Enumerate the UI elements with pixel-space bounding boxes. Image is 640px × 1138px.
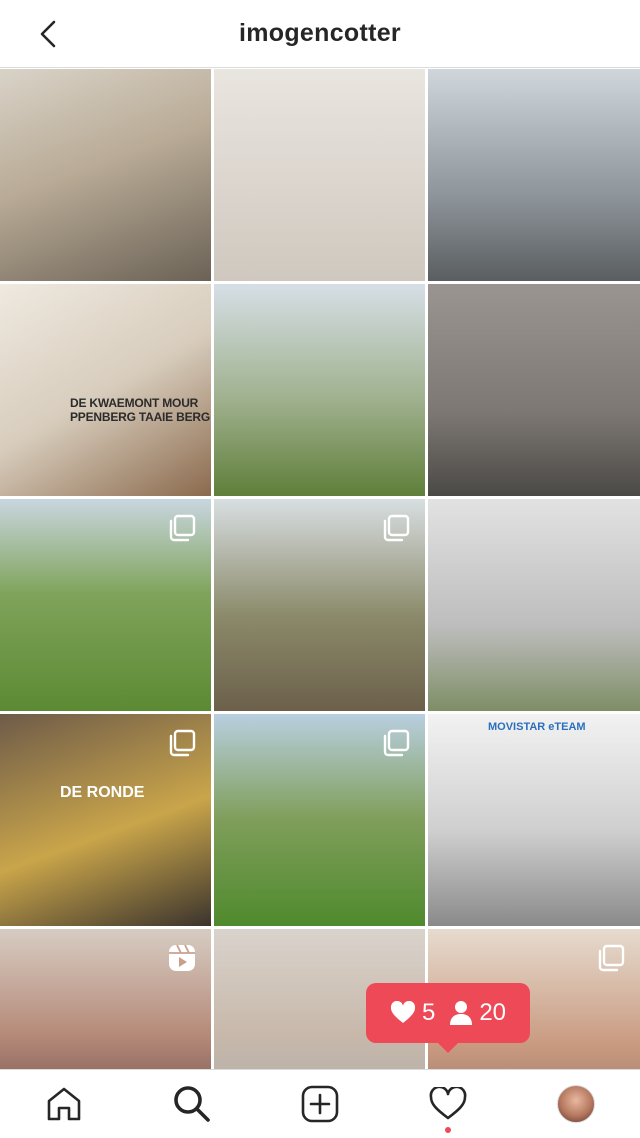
likes-count: 5 [421, 999, 436, 1026]
top-bar: imogencotter [0, 0, 640, 68]
carousel-icon [598, 944, 625, 972]
carousel-icon [383, 729, 410, 757]
followers-count: 20 [479, 999, 507, 1026]
post-thumbnail[interactable] [214, 499, 425, 711]
activity-indicator-dot [445, 1127, 451, 1133]
posts-grid: DE KWAEMONT MOUR PPENBERG TAAIE BERG DE … [0, 69, 640, 1069]
post-caption-graphic: DE RONDE [60, 784, 145, 801]
post-thumbnail[interactable] [0, 499, 211, 711]
profile-username: imogencotter [239, 19, 401, 47]
bottom-navigation [0, 1069, 640, 1138]
post-thumbnail[interactable] [214, 714, 425, 926]
post-thumbnail[interactable] [214, 69, 425, 281]
post-thumbnail[interactable] [0, 929, 211, 1069]
post-thumbnail[interactable] [428, 69, 640, 281]
new-post-icon [301, 1085, 339, 1123]
activity-icon [429, 1087, 467, 1120]
reel-icon [169, 944, 195, 971]
post-caption-graphic: DE KWAEMONT MOUR PPENBERG TAAIE BERG [70, 396, 210, 424]
post-thumbnail[interactable]: DE RONDE [0, 714, 211, 926]
nav-activity-button[interactable] [416, 1072, 480, 1136]
carousel-icon [169, 514, 196, 542]
search-icon [174, 1086, 210, 1122]
carousel-icon [383, 514, 410, 542]
activity-notification-bubble[interactable]: 5 20 [366, 983, 530, 1053]
home-icon [47, 1087, 81, 1121]
nav-new-post-button[interactable] [288, 1072, 352, 1136]
post-thumbnail[interactable]: MOVISTAR eTEAM [428, 714, 640, 926]
likes-count-group: 5 [390, 999, 435, 1027]
nav-home-button[interactable] [32, 1072, 96, 1136]
person-icon [450, 1001, 473, 1025]
back-button[interactable] [28, 14, 68, 54]
post-thumbnail[interactable] [428, 499, 640, 711]
heart-icon [390, 1001, 415, 1023]
nav-search-button[interactable] [160, 1072, 224, 1136]
nav-profile-button[interactable] [544, 1072, 608, 1136]
post-thumbnail[interactable]: DE KWAEMONT MOUR PPENBERG TAAIE BERG [0, 284, 211, 496]
followers-count-group: 20 [449, 999, 506, 1027]
carousel-icon [169, 729, 196, 757]
post-thumbnail[interactable] [214, 284, 425, 496]
post-thumbnail[interactable] [0, 69, 211, 281]
post-thumbnail[interactable] [428, 284, 640, 496]
avatar [557, 1085, 595, 1123]
post-caption-graphic: MOVISTAR eTEAM [488, 721, 586, 733]
chevron-left-icon [40, 20, 56, 48]
